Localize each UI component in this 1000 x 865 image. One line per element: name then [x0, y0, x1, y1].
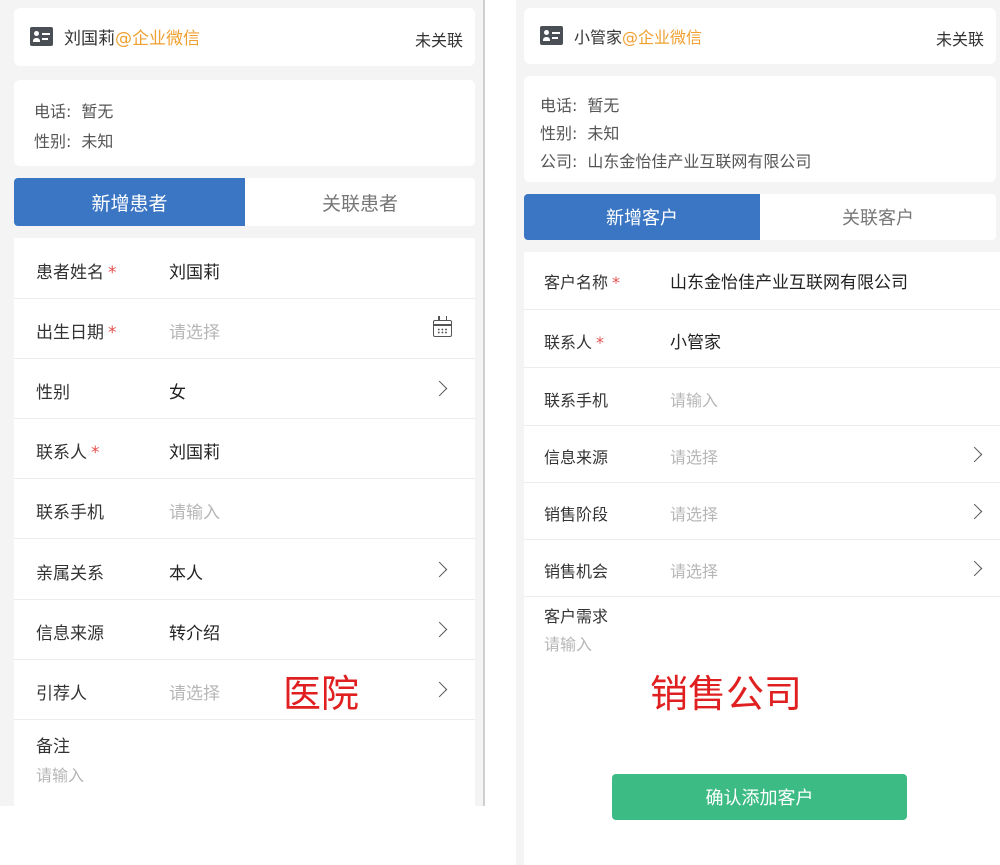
- contact-card-icon: [30, 27, 53, 46]
- contact-name-line: 小管家@企业微信: [574, 24, 702, 48]
- remark-placeholder: 请输入: [36, 766, 85, 785]
- contact-corp: @企业微信: [622, 28, 703, 47]
- gender-info: 性别: 未知: [540, 120, 619, 144]
- field-placeholder: 请选择: [169, 684, 220, 704]
- field-customer-name[interactable]: 客户名称 * 山东金怡佳产业互联网有限公司: [524, 252, 1000, 310]
- field-value: 小管家: [670, 333, 721, 353]
- field-referrer[interactable]: 引荐人 请选择: [14, 660, 475, 720]
- field-label: 性别: [36, 383, 70, 403]
- tab-link-customer[interactable]: 关联客户: [760, 194, 996, 240]
- patient-form: 患者姓名 * 刘国莉 出生日期 * 请选择 性别 女 联系人 * 刘国莉 联系手机 请…: [14, 238, 475, 806]
- field-value: 本人: [169, 564, 203, 584]
- tab-link-patient[interactable]: 关联患者: [245, 178, 475, 226]
- contact-info-card: 电话: 暂无 性别: 未知 公司: 山东金怡佳产业互联网有限公司: [524, 76, 996, 182]
- field-remark[interactable]: 备注 请输入: [14, 720, 475, 806]
- field-label: 客户名称 *: [544, 273, 621, 292]
- sales-caption: 销售公司: [650, 672, 803, 716]
- company-key: 公司:: [540, 152, 578, 171]
- field-label: 信息来源: [544, 448, 609, 467]
- contact-name: 刘国莉: [64, 29, 115, 49]
- phone-info: 电话: 暂无: [34, 98, 113, 122]
- chevron-right-icon: [431, 561, 448, 578]
- field-sales-opportunity[interactable]: 销售机会 请选择: [524, 540, 1000, 597]
- tab-add-patient[interactable]: 新增患者: [14, 178, 245, 226]
- field-label: 销售阶段: [544, 505, 609, 524]
- chevron-right-icon: [966, 446, 983, 463]
- field-placeholder: 请选择: [670, 505, 719, 524]
- field-value: 山东金怡佳产业互联网有限公司: [670, 273, 908, 293]
- field-contact[interactable]: 联系人 * 小管家: [524, 310, 1000, 368]
- calendar-icon[interactable]: [433, 316, 452, 337]
- field-birth-date[interactable]: 出生日期 * 请选择: [14, 299, 475, 359]
- field-label: 客户需求: [544, 607, 609, 626]
- phone-value: 暂无: [81, 102, 114, 121]
- contact-card: 小管家@企业微信 未关联: [524, 8, 996, 64]
- chevron-right-icon: [966, 560, 983, 577]
- gender-key: 性别:: [34, 132, 72, 151]
- field-relationship[interactable]: 亲属关系 本人: [14, 539, 475, 600]
- field-value: 女: [169, 383, 186, 403]
- chevron-right-icon: [431, 380, 448, 397]
- field-value: 刘国莉: [169, 263, 220, 283]
- hospital-panel: 刘国莉@企业微信 未关联 电话: 暂无 性别: 未知 新增患者 关联患者 患者姓名 *…: [0, 0, 483, 806]
- chevron-right-icon: [431, 621, 448, 638]
- hospital-caption: 医院: [283, 672, 360, 716]
- field-label: 联系人 *: [544, 333, 605, 352]
- field-label: 联系手机: [36, 503, 104, 523]
- company-value: 山东金怡佳产业互联网有限公司: [587, 152, 812, 171]
- field-value: 刘国莉: [169, 443, 220, 463]
- field-label: 信息来源: [36, 624, 104, 644]
- field-placeholder: 请选择: [169, 323, 220, 343]
- field-patient-name[interactable]: 患者姓名 * 刘国莉: [14, 238, 475, 299]
- chevron-right-icon: [431, 681, 448, 698]
- link-status: 未关联: [935, 30, 984, 49]
- field-info-source[interactable]: 信息来源 转介绍: [14, 600, 475, 660]
- panel-divider: [483, 0, 485, 806]
- gender-value: 未知: [587, 124, 620, 143]
- confirm-add-customer-button[interactable]: 确认添加客户: [612, 774, 907, 820]
- field-placeholder: 请输入: [169, 503, 220, 523]
- phone-value: 暂无: [587, 96, 620, 115]
- sales-panel: 小管家@企业微信 未关联 电话: 暂无 性别: 未知 公司: 山东金怡佳产业互联网有限…: [516, 0, 1000, 865]
- contact-name-line: 刘国莉@企业微信: [64, 24, 200, 49]
- contact-card-icon: [540, 26, 563, 45]
- company-info: 公司: 山东金怡佳产业互联网有限公司: [540, 148, 811, 172]
- phone-key: 电话:: [34, 102, 72, 121]
- field-mobile[interactable]: 联系手机 请输入: [14, 479, 475, 539]
- contact-corp: @企业微信: [115, 29, 200, 49]
- need-placeholder: 请输入: [544, 635, 593, 654]
- field-sales-stage[interactable]: 销售阶段 请选择: [524, 483, 1000, 540]
- field-info-source[interactable]: 信息来源 请选择: [524, 426, 1000, 483]
- phone-key: 电话:: [540, 96, 578, 115]
- field-placeholder: 请输入: [670, 391, 719, 410]
- field-gender[interactable]: 性别 女: [14, 359, 475, 419]
- contact-name: 小管家: [574, 28, 623, 47]
- link-status: 未关联: [414, 31, 463, 50]
- field-label: 出生日期 *: [36, 323, 117, 343]
- field-label: 备注: [36, 737, 70, 757]
- gender-key: 性别:: [540, 124, 578, 143]
- field-label: 销售机会: [544, 562, 609, 581]
- field-placeholder: 请选择: [670, 562, 719, 581]
- field-customer-need[interactable]: 客户需求 请输入: [524, 597, 1000, 667]
- field-mobile[interactable]: 联系手机 请输入: [524, 368, 1000, 426]
- tab-add-customer[interactable]: 新增客户: [524, 194, 760, 240]
- field-value: 转介绍: [169, 624, 220, 644]
- field-label: 患者姓名 *: [36, 263, 117, 283]
- field-placeholder: 请选择: [670, 448, 719, 467]
- field-label: 引荐人: [36, 684, 87, 704]
- field-label: 联系手机: [544, 391, 609, 410]
- contact-info-card: 电话: 暂无 性别: 未知: [14, 80, 475, 166]
- field-contact[interactable]: 联系人 * 刘国莉: [14, 419, 475, 479]
- field-label: 联系人 *: [36, 443, 100, 463]
- phone-info: 电话: 暂无: [540, 92, 619, 116]
- contact-card: 刘国莉@企业微信 未关联: [14, 8, 475, 66]
- gender-value: 未知: [81, 132, 114, 151]
- field-label: 亲属关系: [36, 564, 104, 584]
- chevron-right-icon: [966, 503, 983, 520]
- gender-info: 性别: 未知: [34, 128, 113, 152]
